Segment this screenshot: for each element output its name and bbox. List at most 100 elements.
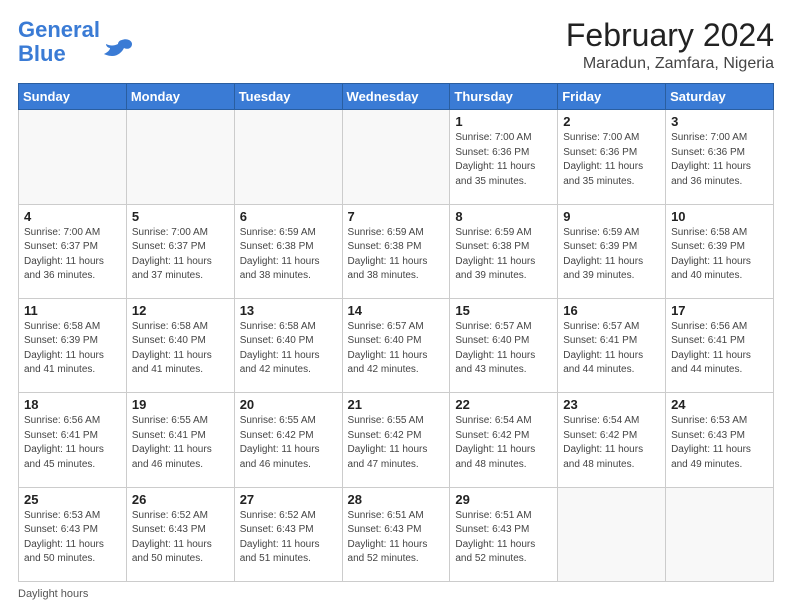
- calendar-cell: 28 Sunrise: 6:51 AM Sunset: 6:43 PM Dayli…: [342, 487, 450, 581]
- day-info: Sunrise: 6:53 AM Sunset: 6:43 PM Dayligh…: [24, 509, 121, 567]
- calendar-cell: 22Sunrise: 6:54 AM Sunset: 6:42 PM Dayli…: [450, 393, 558, 487]
- day-info: Sunrise: 6:58 AM Sunset: 6:40 PM Dayligh…: [132, 320, 229, 378]
- day-number: 14: [348, 303, 445, 318]
- calendar-week-row: 11Sunrise: 6:58 AM Sunset: 6:39 PM Dayli…: [19, 298, 774, 392]
- day-number: 19: [132, 397, 229, 412]
- calendar-cell: 26 Sunrise: 6:52 AM Sunset: 6:43 PM Dayli…: [126, 487, 234, 581]
- calendar-cell: 8 Sunrise: 6:59 AM Sunset: 6:38 PM Daylig…: [450, 204, 558, 298]
- calendar-cell: 13 Sunrise: 6:58 AM Sunset: 6:40 PM Dayli…: [234, 298, 342, 392]
- day-info: Sunrise: 6:57 AM Sunset: 6:41 PM Dayligh…: [563, 320, 660, 378]
- day-info: Sunrise: 6:51 AM Sunset: 6:43 PM Dayligh…: [455, 509, 552, 567]
- calendar-header-cell: Sunday: [19, 84, 127, 110]
- calendar-cell: 2 Sunrise: 7:00 AM Sunset: 6:36 PM Daylig…: [558, 110, 666, 204]
- subtitle: Maradun, Zamfara, Nigeria: [566, 55, 774, 73]
- day-number: 3: [671, 114, 768, 129]
- calendar-cell: 15 Sunrise: 6:57 AM Sunset: 6:40 PM Dayli…: [450, 298, 558, 392]
- day-info: Sunrise: 6:54 AM Sunset: 6:42 PM Dayligh…: [563, 414, 660, 472]
- logo: General Blue: [18, 18, 134, 66]
- day-info: Sunrise: 6:52 AM Sunset: 6:43 PM Dayligh…: [132, 509, 229, 567]
- day-number: 2: [563, 114, 660, 129]
- calendar-cell: 7 Sunrise: 6:59 AM Sunset: 6:38 PM Daylig…: [342, 204, 450, 298]
- day-number: 15: [455, 303, 552, 318]
- day-number: 6: [240, 209, 337, 224]
- calendar-cell: 6 Sunrise: 6:59 AM Sunset: 6:38 PM Daylig…: [234, 204, 342, 298]
- calendar-cell: 5Sunrise: 7:00 AM Sunset: 6:37 PM Daylig…: [126, 204, 234, 298]
- day-info: Sunrise: 6:53 AM Sunset: 6:43 PM Dayligh…: [671, 414, 768, 472]
- day-number: 12: [132, 303, 229, 318]
- calendar-header-cell: Monday: [126, 84, 234, 110]
- day-number: 22: [455, 397, 552, 412]
- day-info: Sunrise: 6:58 AM Sunset: 6:40 PM Dayligh…: [240, 320, 337, 378]
- calendar-cell: 3 Sunrise: 7:00 AM Sunset: 6:36 PM Daylig…: [666, 110, 774, 204]
- calendar-cell: 14Sunrise: 6:57 AM Sunset: 6:40 PM Dayli…: [342, 298, 450, 392]
- day-info: Sunrise: 6:55 AM Sunset: 6:42 PM Dayligh…: [240, 414, 337, 472]
- day-info: Sunrise: 6:58 AM Sunset: 6:39 PM Dayligh…: [24, 320, 121, 378]
- calendar-week-row: 25 Sunrise: 6:53 AM Sunset: 6:43 PM Dayli…: [19, 487, 774, 581]
- day-info: Sunrise: 7:00 AM Sunset: 6:36 PM Dayligh…: [671, 131, 768, 189]
- calendar-header-cell: Tuesday: [234, 84, 342, 110]
- day-info: Sunrise: 6:56 AM Sunset: 6:41 PM Dayligh…: [24, 414, 121, 472]
- calendar-cell: 20 Sunrise: 6:55 AM Sunset: 6:42 PM Dayli…: [234, 393, 342, 487]
- day-info: Sunrise: 6:59 AM Sunset: 6:38 PM Dayligh…: [240, 226, 337, 284]
- day-number: 8: [455, 209, 552, 224]
- calendar-header-cell: Friday: [558, 84, 666, 110]
- logo-bird-icon: [104, 38, 134, 60]
- calendar-table: SundayMondayTuesdayWednesdayThursdayFrid…: [18, 83, 774, 582]
- calendar-cell: 9Sunrise: 6:59 AM Sunset: 6:39 PM Daylig…: [558, 204, 666, 298]
- day-info: Sunrise: 6:52 AM Sunset: 6:43 PM Dayligh…: [240, 509, 337, 567]
- calendar-cell: 29 Sunrise: 6:51 AM Sunset: 6:43 PM Dayli…: [450, 487, 558, 581]
- calendar-header-cell: Wednesday: [342, 84, 450, 110]
- calendar-week-row: 18Sunrise: 6:56 AM Sunset: 6:41 PM Dayli…: [19, 393, 774, 487]
- calendar-header-cell: Saturday: [666, 84, 774, 110]
- day-number: 20: [240, 397, 337, 412]
- footer-note: Daylight hours: [18, 588, 774, 600]
- logo-general: General: [18, 17, 100, 42]
- main-title: February 2024: [566, 18, 774, 53]
- logo-text: General Blue: [18, 18, 100, 66]
- page: General Blue February 2024 Maradun, Zamf…: [0, 0, 792, 612]
- calendar-cell: [126, 110, 234, 204]
- day-number: 25: [24, 492, 121, 507]
- day-number: 7: [348, 209, 445, 224]
- calendar-cell: [19, 110, 127, 204]
- calendar-header-row: SundayMondayTuesdayWednesdayThursdayFrid…: [19, 84, 774, 110]
- calendar-cell: 17Sunrise: 6:56 AM Sunset: 6:41 PM Dayli…: [666, 298, 774, 392]
- calendar-cell: 1Sunrise: 7:00 AM Sunset: 6:36 PM Daylig…: [450, 110, 558, 204]
- calendar-week-row: 1Sunrise: 7:00 AM Sunset: 6:36 PM Daylig…: [19, 110, 774, 204]
- day-info: Sunrise: 6:58 AM Sunset: 6:39 PM Dayligh…: [671, 226, 768, 284]
- day-info: Sunrise: 6:59 AM Sunset: 6:38 PM Dayligh…: [348, 226, 445, 284]
- day-info: Sunrise: 7:00 AM Sunset: 6:36 PM Dayligh…: [455, 131, 552, 189]
- day-info: Sunrise: 7:00 AM Sunset: 6:36 PM Dayligh…: [563, 131, 660, 189]
- calendar-cell: [666, 487, 774, 581]
- day-number: 16: [563, 303, 660, 318]
- header: General Blue February 2024 Maradun, Zamf…: [18, 18, 774, 73]
- day-info: Sunrise: 6:51 AM Sunset: 6:43 PM Dayligh…: [348, 509, 445, 567]
- day-number: 4: [24, 209, 121, 224]
- day-info: Sunrise: 6:55 AM Sunset: 6:41 PM Dayligh…: [132, 414, 229, 472]
- day-number: 23: [563, 397, 660, 412]
- day-number: 10: [671, 209, 768, 224]
- calendar-cell: 12 Sunrise: 6:58 AM Sunset: 6:40 PM Dayli…: [126, 298, 234, 392]
- day-info: Sunrise: 7:00 AM Sunset: 6:37 PM Dayligh…: [132, 226, 229, 284]
- day-number: 26: [132, 492, 229, 507]
- calendar-cell: 16 Sunrise: 6:57 AM Sunset: 6:41 PM Dayli…: [558, 298, 666, 392]
- day-info: Sunrise: 7:00 AM Sunset: 6:37 PM Dayligh…: [24, 226, 121, 284]
- day-number: 9: [563, 209, 660, 224]
- day-number: 29: [455, 492, 552, 507]
- title-block: February 2024 Maradun, Zamfara, Nigeria: [566, 18, 774, 73]
- day-info: Sunrise: 6:55 AM Sunset: 6:42 PM Dayligh…: [348, 414, 445, 472]
- calendar-cell: 25 Sunrise: 6:53 AM Sunset: 6:43 PM Dayli…: [19, 487, 127, 581]
- day-number: 17: [671, 303, 768, 318]
- calendar-cell: 18Sunrise: 6:56 AM Sunset: 6:41 PM Dayli…: [19, 393, 127, 487]
- day-number: 13: [240, 303, 337, 318]
- day-number: 21: [348, 397, 445, 412]
- calendar-cell: 19 Sunrise: 6:55 AM Sunset: 6:41 PM Dayli…: [126, 393, 234, 487]
- calendar-cell: 23 Sunrise: 6:54 AM Sunset: 6:42 PM Dayli…: [558, 393, 666, 487]
- day-number: 28: [348, 492, 445, 507]
- calendar-cell: [342, 110, 450, 204]
- day-number: 27: [240, 492, 337, 507]
- day-info: Sunrise: 6:59 AM Sunset: 6:38 PM Dayligh…: [455, 226, 552, 284]
- calendar-cell: 27 Sunrise: 6:52 AM Sunset: 6:43 PM Dayli…: [234, 487, 342, 581]
- day-info: Sunrise: 6:57 AM Sunset: 6:40 PM Dayligh…: [455, 320, 552, 378]
- calendar-cell: 24Sunrise: 6:53 AM Sunset: 6:43 PM Dayli…: [666, 393, 774, 487]
